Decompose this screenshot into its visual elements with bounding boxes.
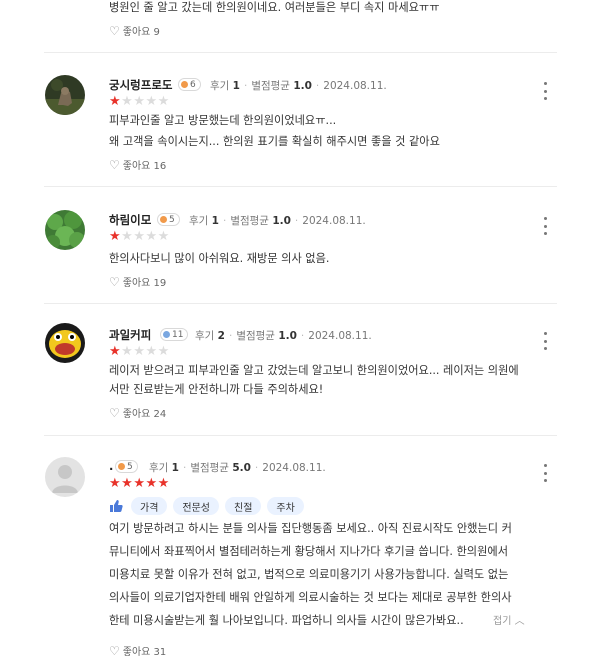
star-empty-icon: ★ [133, 94, 146, 109]
level-badge: 5 [115, 460, 138, 473]
star-filled-icon: ★ [109, 476, 122, 491]
star-empty-icon: ★ [145, 94, 158, 109]
like-count: 좋아요 9 [122, 27, 160, 38]
heart-icon: ♡ [109, 274, 120, 289]
star-empty-icon: ★ [145, 344, 158, 359]
star-empty-icon: ★ [133, 229, 146, 244]
level-badge: 11 [160, 328, 189, 341]
star-empty-icon: ★ [157, 344, 170, 359]
review-text-line: 미용치료 못할 이유가 전혀 없고, 법적으로 의료미용기기 사용가능합니다. … [109, 568, 509, 581]
star-rating: ★★★★★ [109, 230, 170, 243]
collapse-button[interactable]: 접기 ︿ [493, 612, 525, 627]
tag-parking: 주차 [267, 497, 304, 515]
reviewer-nickname[interactable]: 하림이모 [109, 212, 151, 228]
review-text-line: 피부과인줄 알고 방문했는데 한의원이었네요ㅠ... [109, 114, 337, 127]
keyword-tags: 가격 전문성 친절 주차 [109, 497, 310, 515]
like-count: 좋아요 19 [122, 278, 167, 289]
star-filled-icon: ★ [133, 476, 146, 491]
review-text-line: 의사들이 의료기업자한테 배워 안일하게 의료시술하는 것 보다는 제대로 공부… [109, 591, 512, 604]
like-button[interactable]: ♡ 좋아요 31 [109, 643, 167, 659]
divider [44, 186, 557, 187]
star-empty-icon: ★ [121, 344, 134, 359]
level-icon [163, 331, 170, 338]
review-text-line: 한의사다보니 많이 아쉬워요. 재방문 의사 없음. [109, 252, 330, 265]
star-empty-icon: ★ [121, 229, 134, 244]
star-filled-icon: ★ [109, 94, 122, 109]
heart-icon: ♡ [109, 405, 120, 420]
review-text-line: 서만 진료받는게 안전하니까 다들 주의하세요! [109, 383, 324, 396]
star-rating: ★★★★★ [109, 477, 170, 490]
like-count: 좋아요 31 [122, 647, 167, 658]
tag-price: 가격 [131, 497, 168, 515]
avatar[interactable] [45, 75, 85, 115]
heart-icon: ♡ [109, 23, 120, 38]
star-empty-icon: ★ [121, 94, 134, 109]
level-icon [181, 81, 188, 88]
star-filled-icon: ★ [121, 476, 134, 491]
like-count: 좋아요 24 [122, 409, 167, 420]
like-button[interactable]: ♡ 좋아요 19 [109, 274, 167, 290]
chevron-up-icon: ︿ [514, 616, 525, 627]
star-filled-icon: ★ [109, 229, 122, 244]
star-rating: ★★★★★ [109, 95, 170, 108]
reviewer-stats: 후기 1 · 별점평균 1.0 · 2024.08.11. [189, 215, 366, 227]
reviewer-nickname[interactable]: 과일커피 [109, 327, 151, 343]
avatar[interactable] [45, 457, 85, 497]
like-button[interactable]: ♡ 좋아요 24 [109, 405, 167, 421]
level-icon [160, 216, 167, 223]
avatar[interactable] [45, 323, 85, 363]
star-empty-icon: ★ [157, 94, 170, 109]
divider [44, 303, 557, 304]
review-text: 병원인 줄 알고 갔는데 한의원이네요. 여러분들은 부디 속지 마세요ㅠㅠ [109, 1, 440, 14]
more-options-icon[interactable] [541, 332, 549, 350]
star-empty-icon: ★ [133, 344, 146, 359]
level-badge: 5 [157, 213, 180, 226]
review-text-line: 한테 미용시술받는게 훨 나아보입니다. 파업하니 의사들 시간이 많은가봐요.… [109, 614, 464, 627]
thumbs-up-icon [109, 499, 123, 513]
divider [44, 52, 557, 53]
review-text-line: 뮤니티에서 좌표찍어서 별점테러하는게 황당해서 지나가다 후기글 씁니다. 한… [109, 545, 508, 558]
star-empty-icon: ★ [145, 229, 158, 244]
tag-kindness: 친절 [225, 497, 262, 515]
star-filled-icon: ★ [109, 344, 122, 359]
like-count: 좋아요 16 [122, 161, 167, 172]
more-options-icon[interactable] [541, 82, 549, 100]
more-options-icon[interactable] [541, 464, 549, 482]
review-text-line: 여기 방문하려고 하시는 분들 의사들 집단행동좀 보세요.. 아직 진료시작도… [109, 522, 512, 535]
divider [44, 435, 557, 436]
level-badge: 6 [178, 78, 201, 91]
reviewer-stats: 후기 1 · 별점평균 5.0 · 2024.08.11. [149, 462, 326, 474]
level-icon [118, 463, 125, 470]
like-button[interactable]: ♡ 좋아요 9 [109, 23, 160, 39]
star-empty-icon: ★ [157, 229, 170, 244]
reviewer-nickname[interactable]: . [109, 459, 113, 473]
like-button[interactable]: ♡ 좋아요 16 [109, 157, 167, 173]
star-filled-icon: ★ [145, 476, 158, 491]
reviewer-stats: 후기 2 · 별점평균 1.0 · 2024.08.11. [195, 330, 372, 342]
avatar[interactable] [45, 210, 85, 250]
heart-icon: ♡ [109, 643, 120, 658]
star-filled-icon: ★ [157, 476, 170, 491]
star-rating: ★★★★★ [109, 345, 170, 358]
reviewer-stats: 후기 1 · 별점평균 1.0 · 2024.08.11. [210, 80, 387, 92]
more-options-icon[interactable] [541, 217, 549, 235]
review-text-line: 왜 고객을 속이시는지... 한의원 표기를 확실히 해주시면 좋을 것 같아요 [109, 135, 440, 148]
tag-expertise: 전문성 [173, 497, 220, 515]
reviewer-nickname[interactable]: 궁시렁프로도 [109, 77, 172, 93]
heart-icon: ♡ [109, 157, 120, 172]
